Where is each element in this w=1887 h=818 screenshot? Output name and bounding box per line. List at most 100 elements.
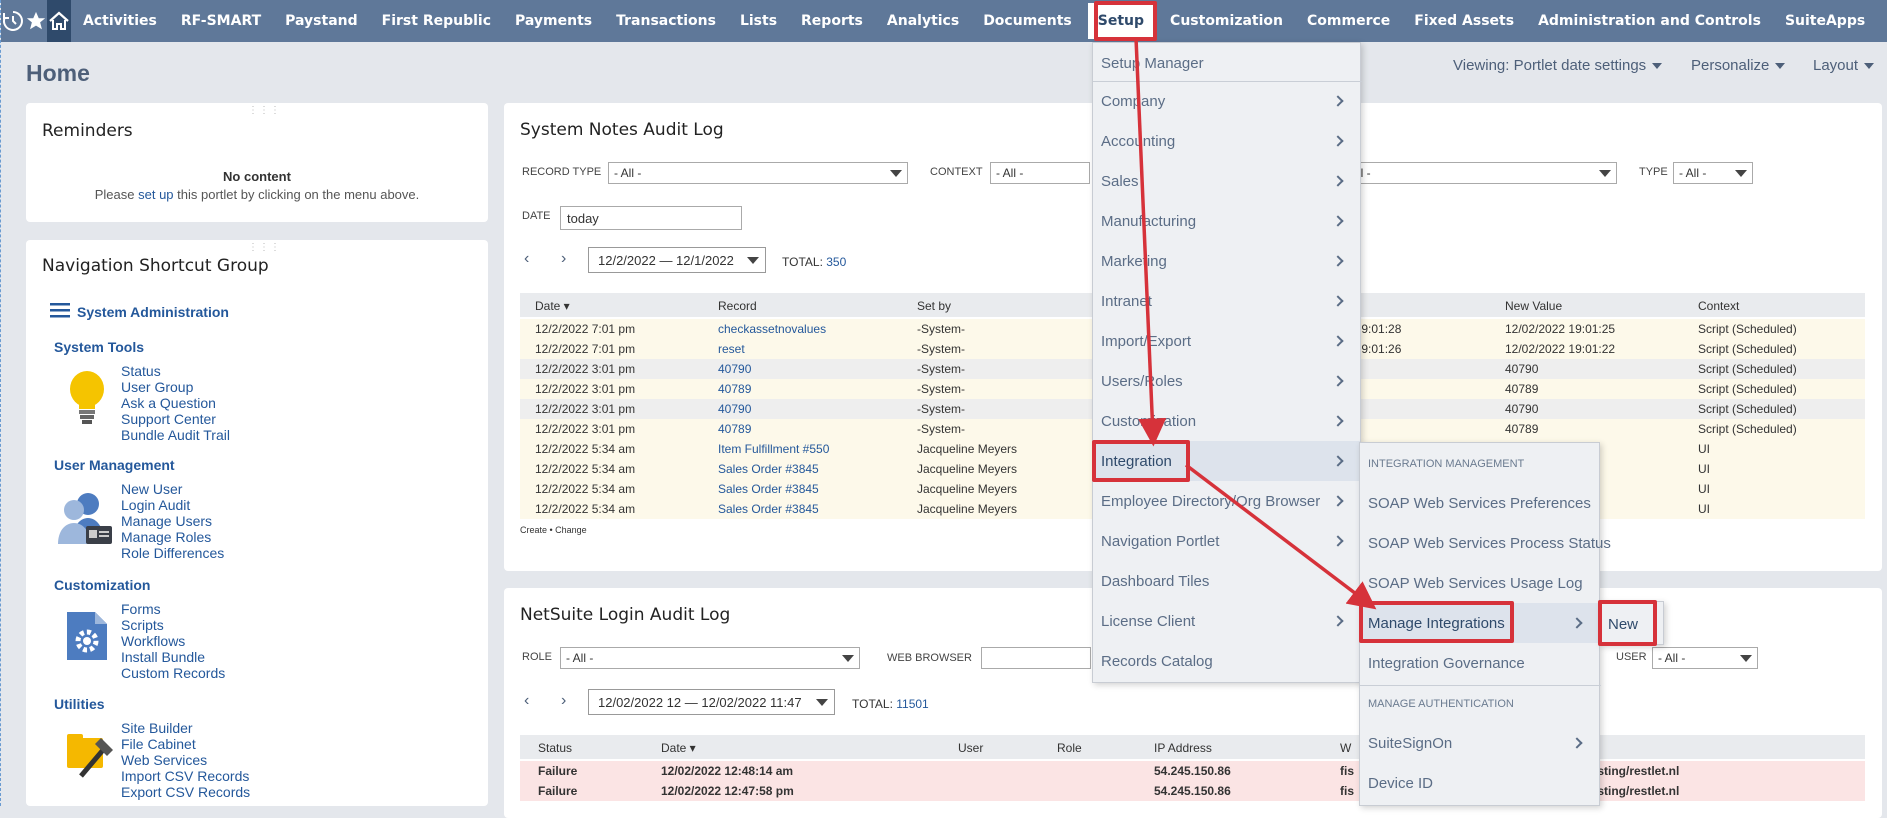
- cell-record[interactable]: Item Fulfillment #550: [718, 442, 829, 456]
- layout-dropdown[interactable]: Layout: [1813, 57, 1875, 74]
- nav-first-republic[interactable]: First Republic: [370, 0, 503, 42]
- link-login-audit[interactable]: Login Audit: [121, 497, 224, 513]
- link-install-bundle[interactable]: Install Bundle: [121, 649, 225, 665]
- setup-item-records-catalog[interactable]: Records Catalog: [1093, 641, 1360, 681]
- link-file-cabinet[interactable]: File Cabinet: [121, 736, 250, 752]
- col-user[interactable]: User: [958, 741, 983, 755]
- setup-item-customization[interactable]: Customization: [1093, 401, 1360, 441]
- context-select[interactable]: - All -: [990, 162, 1090, 184]
- integration-item-suitesignon[interactable]: SuiteSignOn: [1360, 723, 1599, 763]
- setup-item-intranet[interactable]: Intranet: [1093, 281, 1360, 321]
- cell-record[interactable]: checkassetnovalues: [718, 322, 826, 336]
- col-set-by[interactable]: Set by: [917, 299, 951, 313]
- nav-administration-and-controls[interactable]: Administration and Controls: [1526, 0, 1773, 42]
- setup-item-employee-directory-org-browser[interactable]: Employee Directory/Org Browser: [1093, 481, 1360, 521]
- prev-page-icon[interactable]: ‹: [524, 250, 529, 268]
- cell-record[interactable]: 40789: [718, 422, 751, 436]
- setup-item-users-roles[interactable]: Users/Roles: [1093, 361, 1360, 401]
- date-input[interactable]: today: [560, 206, 742, 230]
- set-up-link[interactable]: set up: [138, 187, 173, 202]
- link-site-builder[interactable]: Site Builder: [121, 720, 250, 736]
- date-range-select[interactable]: 12/2/2022 — 12/1/2022: [588, 247, 766, 273]
- personalize-dropdown[interactable]: Personalize: [1691, 57, 1786, 74]
- cell-record[interactable]: 40790: [718, 402, 751, 416]
- setup-item-license-client[interactable]: License Client: [1093, 601, 1360, 641]
- col-context[interactable]: Context: [1698, 299, 1739, 313]
- link-bundle-audit-trail[interactable]: Bundle Audit Trail: [121, 427, 230, 443]
- integration-item-soap-web-services-preferences[interactable]: SOAP Web Services Preferences: [1360, 483, 1599, 523]
- nav-paystand[interactable]: Paystand: [273, 0, 370, 42]
- nav-activities[interactable]: Activities: [71, 0, 169, 42]
- viewing-dropdown[interactable]: Viewing: Portlet date settings: [1453, 57, 1663, 74]
- col-record[interactable]: Record: [718, 299, 757, 313]
- link-user-group[interactable]: User Group: [121, 379, 230, 395]
- col-ip-address[interactable]: IP Address: [1154, 741, 1212, 755]
- next-page-icon[interactable]: ›: [561, 250, 566, 268]
- integration-item-soap-web-services-process-status[interactable]: SOAP Web Services Process Status: [1360, 523, 1611, 563]
- role-select[interactable]: - All -: [560, 647, 860, 669]
- link-scripts[interactable]: Scripts: [121, 617, 225, 633]
- link-role-differences[interactable]: Role Differences: [121, 545, 224, 561]
- link-export-csv-records[interactable]: Export CSV Records: [121, 784, 250, 800]
- next-page-icon[interactable]: ›: [561, 692, 566, 710]
- nav-lists[interactable]: Lists: [728, 0, 789, 42]
- recent-icon[interactable]: [1, 0, 25, 42]
- integration-item-device-id[interactable]: Device ID: [1360, 763, 1599, 803]
- record-type-select[interactable]: - All -: [608, 162, 908, 184]
- nav-analytics[interactable]: Analytics: [875, 0, 971, 42]
- field-select[interactable]: ll -: [1352, 162, 1617, 184]
- cell-record[interactable]: 40789: [718, 382, 751, 396]
- link-import-csv-records[interactable]: Import CSV Records: [121, 768, 250, 784]
- nav-commerce[interactable]: Commerce: [1295, 0, 1402, 42]
- integration-item-integration-governance[interactable]: Integration Governance: [1360, 643, 1599, 683]
- link-ask-a-question[interactable]: Ask a Question: [121, 395, 230, 411]
- integration-item-soap-web-services-usage-log[interactable]: SOAP Web Services Usage Log: [1360, 563, 1599, 603]
- drag-handle-icon[interactable]: ⋮⋮⋮: [248, 105, 281, 116]
- link-web-services[interactable]: Web Services: [121, 752, 250, 768]
- setup-item-company[interactable]: Company: [1093, 81, 1360, 121]
- col-date[interactable]: Date ▾: [535, 299, 570, 313]
- setup-item-import-export[interactable]: Import/Export: [1093, 321, 1360, 361]
- link-forms[interactable]: Forms: [121, 601, 225, 617]
- nav-reports[interactable]: Reports: [789, 0, 875, 42]
- cell-record[interactable]: Sales Order #3845: [718, 502, 819, 516]
- nav-more-button[interactable]: ...: [1877, 0, 1887, 42]
- nav-transactions[interactable]: Transactions: [604, 0, 728, 42]
- col-web-browser[interactable]: W: [1340, 741, 1351, 755]
- link-new-user[interactable]: New User: [121, 481, 224, 497]
- col-role[interactable]: Role: [1057, 741, 1082, 755]
- col-new-value[interactable]: New Value: [1505, 299, 1562, 313]
- nav-customization[interactable]: Customization: [1158, 0, 1295, 42]
- setup-item-sales[interactable]: Sales: [1093, 161, 1360, 201]
- cell-record[interactable]: 40790: [718, 362, 751, 376]
- setup-item-manufacturing[interactable]: Manufacturing: [1093, 201, 1360, 241]
- link-manage-users[interactable]: Manage Users: [121, 513, 224, 529]
- setup-item-dashboard-tiles[interactable]: Dashboard Tiles: [1093, 561, 1360, 601]
- nav-suiteapps[interactable]: SuiteApps: [1773, 0, 1877, 42]
- nav-rf-smart[interactable]: RF-SMART: [169, 0, 273, 42]
- setup-item-accounting[interactable]: Accounting: [1093, 121, 1360, 161]
- home-icon[interactable]: [47, 0, 71, 42]
- link-workflows[interactable]: Workflows: [121, 633, 225, 649]
- cell-record[interactable]: Sales Order #3845: [718, 462, 819, 476]
- nav-fixed-assets[interactable]: Fixed Assets: [1402, 0, 1526, 42]
- col-date[interactable]: Date ▾: [661, 741, 696, 755]
- setup-item-setup-manager[interactable]: Setup Manager: [1093, 43, 1360, 83]
- web-browser-select[interactable]: [981, 647, 1091, 669]
- link-support-center[interactable]: Support Center: [121, 411, 230, 427]
- login-date-range-select[interactable]: 12/02/2022 12 — 12/02/2022 11:47: [588, 689, 835, 715]
- group-title[interactable]: System Administration: [77, 304, 229, 320]
- cell-record[interactable]: reset: [718, 342, 745, 356]
- user-select[interactable]: - All -: [1652, 647, 1758, 669]
- nav-payments[interactable]: Payments: [503, 0, 604, 42]
- star-icon[interactable]: [25, 0, 47, 42]
- link-manage-roles[interactable]: Manage Roles: [121, 529, 224, 545]
- nav-documents[interactable]: Documents: [971, 0, 1084, 42]
- drag-handle-icon[interactable]: ⋮⋮⋮: [248, 242, 281, 253]
- setup-item-marketing[interactable]: Marketing: [1093, 241, 1360, 281]
- cell-record[interactable]: Sales Order #3845: [718, 482, 819, 496]
- prev-page-icon[interactable]: ‹: [524, 692, 529, 710]
- link-status[interactable]: Status: [121, 363, 230, 379]
- col-status[interactable]: Status: [538, 741, 572, 755]
- setup-item-navigation-portlet[interactable]: Navigation Portlet: [1093, 521, 1360, 561]
